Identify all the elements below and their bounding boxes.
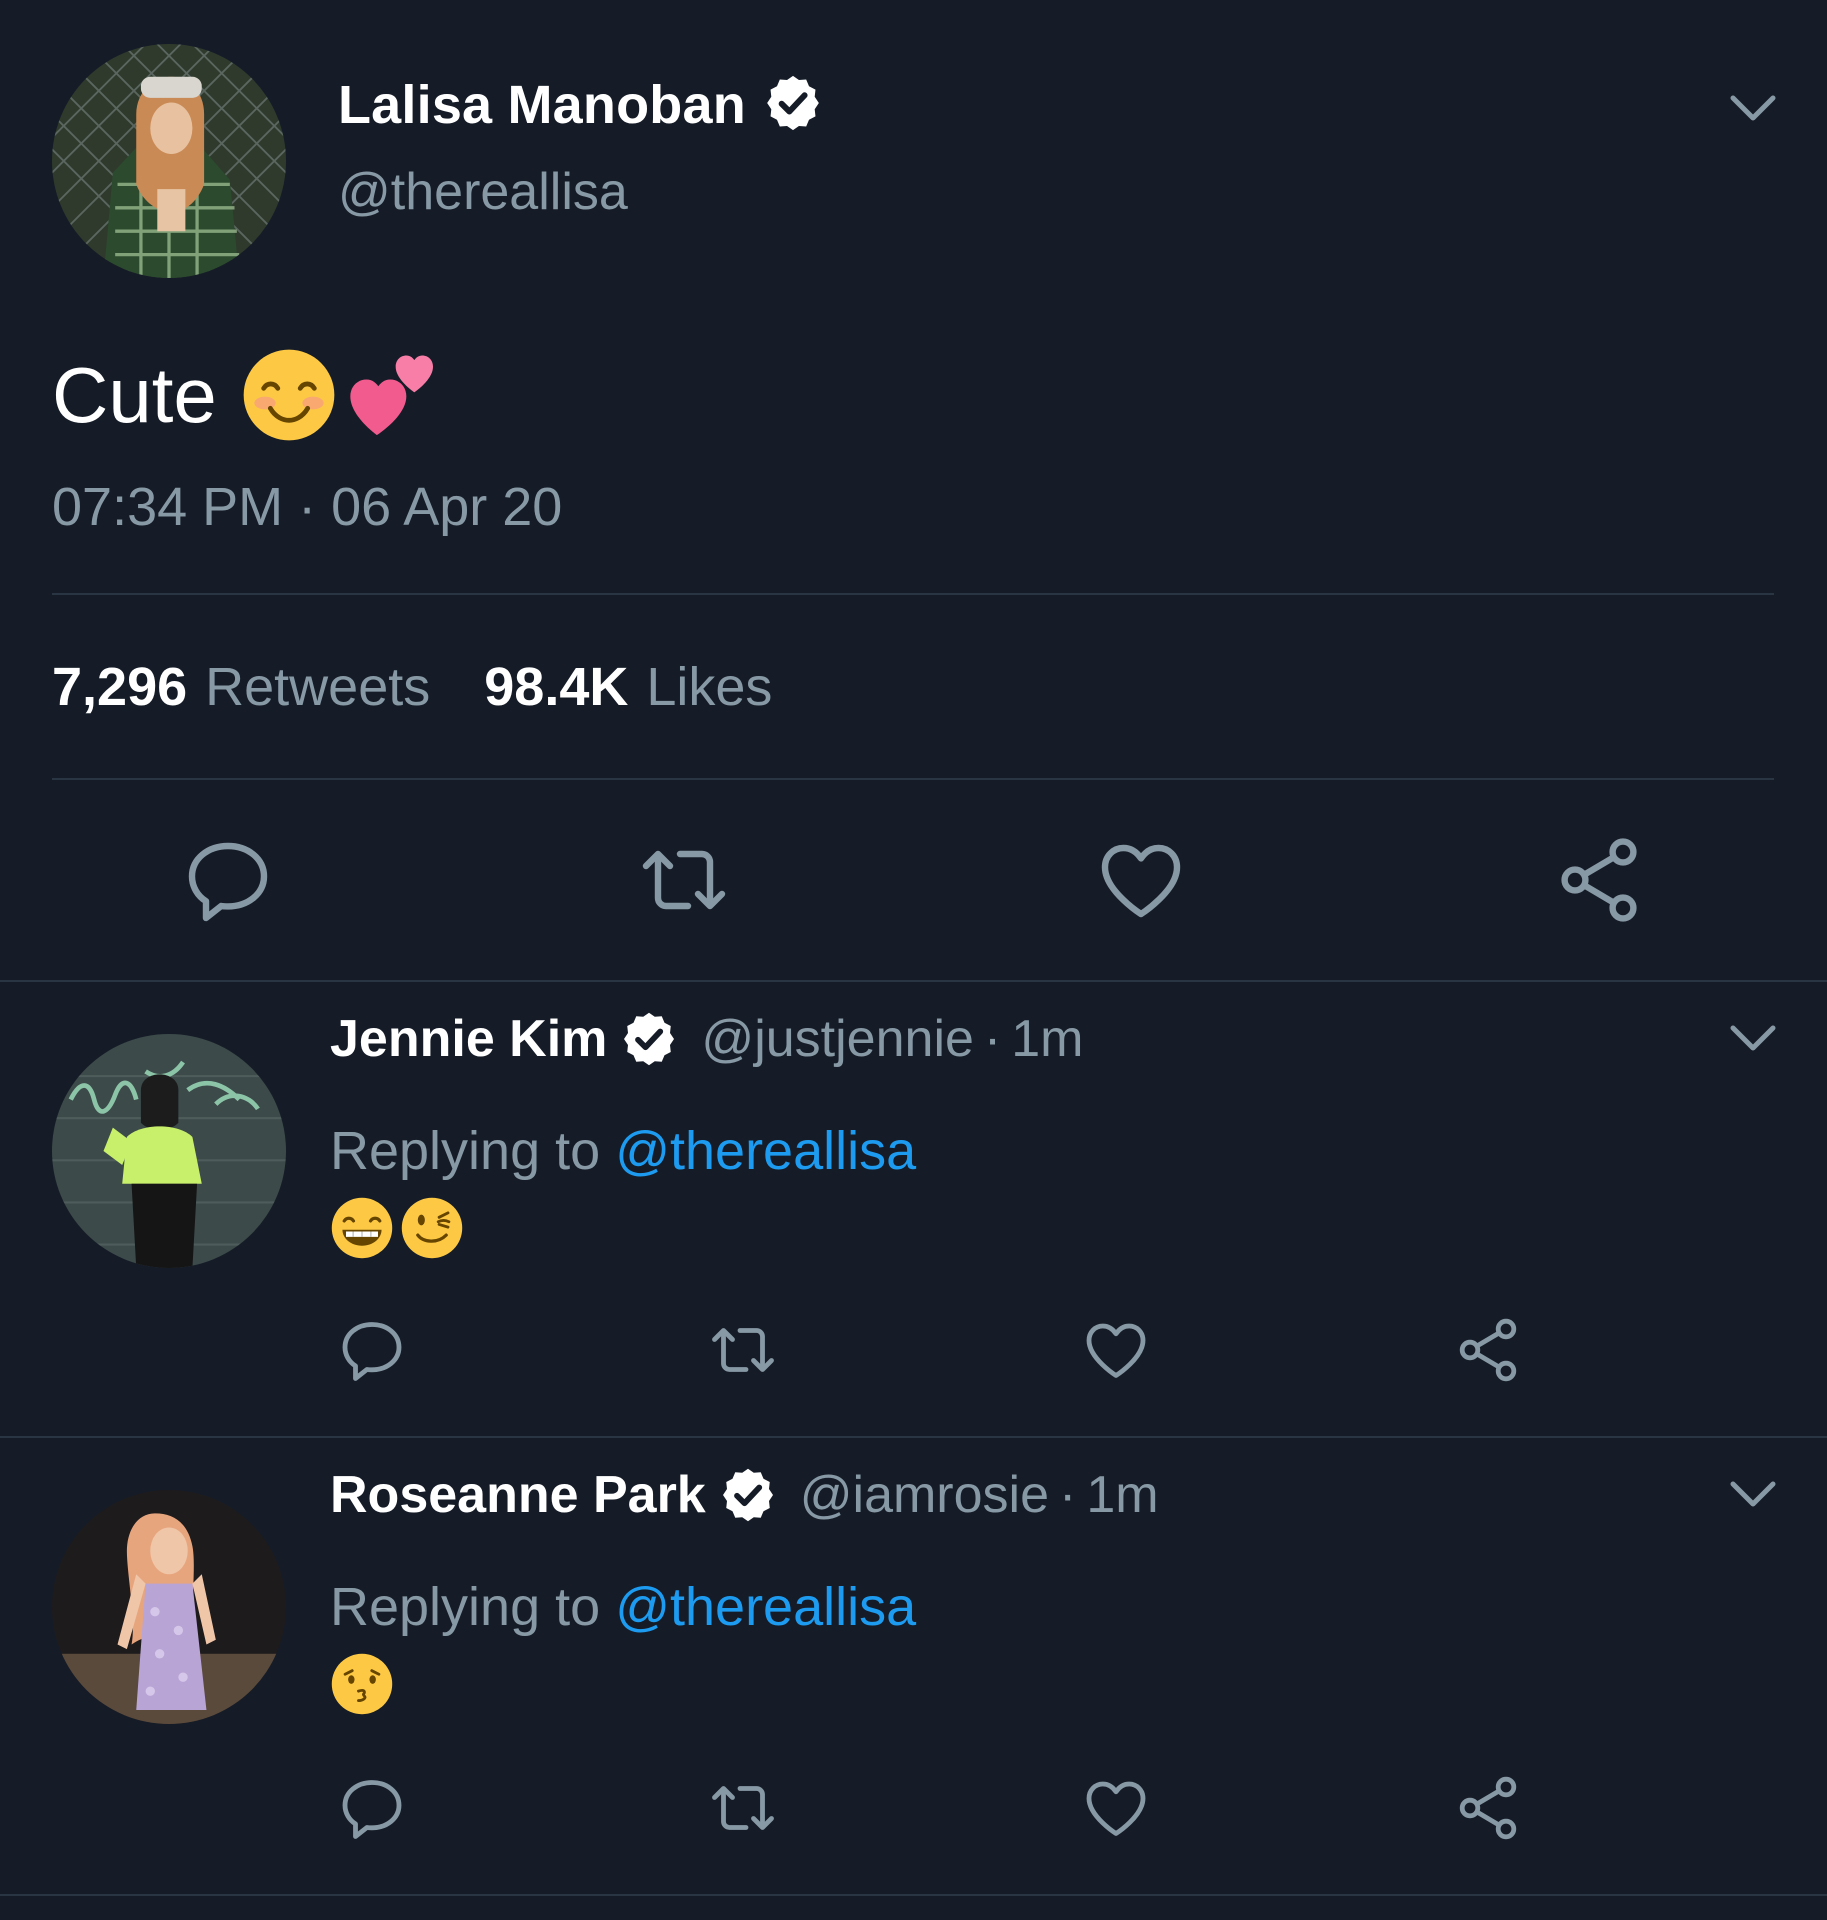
reply-text	[330, 1196, 464, 1260]
reply-action-bar	[0, 1314, 1827, 1386]
retweet-icon	[707, 1772, 779, 1844]
divider	[52, 778, 1774, 780]
winking-face-emoji	[401, 1197, 463, 1259]
reply-time[interactable]: 1m	[1086, 1465, 1158, 1525]
reply-text	[330, 1652, 394, 1716]
two-hearts-emoji	[350, 355, 433, 435]
like-button[interactable]	[1080, 1314, 1152, 1386]
mention-link[interactable]: @thereallisa	[615, 1121, 916, 1181]
tweet-text-content: Cute	[52, 350, 217, 439]
tweet-timestamp[interactable]: 07:34 PM · 06 Apr 20	[52, 476, 562, 538]
divider	[52, 593, 1774, 595]
share-icon	[1452, 1772, 1524, 1844]
heart-icon	[1080, 1772, 1152, 1844]
author-name[interactable]: Roseanne Park	[330, 1465, 706, 1525]
reply-tweet[interactable]: Roseanne Park @iamrosie · 1m Replying to…	[0, 1438, 1827, 1894]
share-icon	[1452, 1314, 1524, 1386]
tweet-text: Cute	[52, 340, 441, 450]
reply-tweet[interactable]: Jennie Kim @justjennie · 1m Replying to …	[0, 982, 1827, 1436]
replying-to: Replying to @thereallisa	[330, 1576, 916, 1638]
main-action-bar	[0, 832, 1827, 928]
share-icon	[1551, 832, 1647, 928]
reply-button[interactable]	[336, 1314, 408, 1386]
smiling-face-emoji	[243, 349, 335, 441]
speech-bubble-icon	[336, 1314, 408, 1386]
chevron-down-icon[interactable]	[1728, 92, 1778, 124]
author-handle[interactable]: @iamrosie	[800, 1465, 1049, 1525]
verified-badge-icon	[619, 1009, 679, 1069]
author-handle[interactable]: @justjennie	[701, 1009, 974, 1069]
likes-count: 98.4K	[484, 657, 629, 717]
speech-bubble-icon	[336, 1772, 408, 1844]
retweet-icon	[636, 832, 732, 928]
grinning-face-emoji	[331, 1197, 393, 1259]
speech-bubble-icon	[180, 832, 276, 928]
heart-icon	[1080, 1314, 1152, 1386]
reply-header: Jennie Kim @justjennie · 1m	[330, 1004, 1084, 1074]
heart-icon	[1093, 832, 1189, 928]
separator: ·	[1059, 1466, 1077, 1524]
verified-badge-icon	[718, 1465, 778, 1525]
replying-to-prefix: Replying to	[330, 1577, 601, 1637]
reply-header: Roseanne Park @iamrosie · 1m	[330, 1460, 1159, 1530]
like-button[interactable]	[1080, 1772, 1152, 1844]
retweet-button[interactable]	[636, 832, 732, 928]
retweets-label: Retweets	[205, 657, 431, 717]
kissing-face-emoji	[331, 1653, 393, 1715]
retweet-button[interactable]	[707, 1314, 779, 1386]
retweets-count: 7,296	[52, 657, 188, 717]
likes-label: Likes	[646, 657, 773, 717]
author-name[interactable]: Lalisa Manoban	[338, 74, 746, 136]
author-header: Lalisa Manoban	[338, 70, 824, 140]
avatar[interactable]	[52, 1034, 286, 1268]
reply-button[interactable]	[336, 1772, 408, 1844]
avatar[interactable]	[52, 44, 286, 278]
chevron-down-icon[interactable]	[1728, 1022, 1778, 1054]
share-button[interactable]	[1452, 1314, 1524, 1386]
divider	[0, 1894, 1827, 1896]
author-name[interactable]: Jennie Kim	[330, 1009, 607, 1069]
retweets-stat[interactable]: 7,296 Retweets	[52, 656, 430, 718]
separator: ·	[983, 1010, 1002, 1068]
mention-link[interactable]: @thereallisa	[615, 1577, 916, 1637]
verified-badge-icon	[762, 72, 824, 139]
reply-button[interactable]	[180, 832, 276, 928]
engagement-stats: 7,296 Retweets 98.4K Likes	[52, 656, 772, 718]
replying-to-prefix: Replying to	[330, 1121, 601, 1181]
retweet-button[interactable]	[707, 1772, 779, 1844]
share-button[interactable]	[1551, 832, 1647, 928]
replying-to: Replying to @thereallisa	[330, 1120, 916, 1182]
reply-action-bar	[0, 1772, 1827, 1844]
author-handle[interactable]: @thereallisa	[338, 162, 628, 222]
avatar[interactable]	[52, 1490, 286, 1724]
chevron-down-icon[interactable]	[1728, 1478, 1778, 1510]
reply-time[interactable]: 1m	[1011, 1009, 1083, 1069]
main-tweet: Lalisa Manoban @thereallisa Cute 07:34 P…	[0, 0, 1827, 980]
share-button[interactable]	[1452, 1772, 1524, 1844]
like-button[interactable]	[1093, 832, 1189, 928]
likes-stat[interactable]: 98.4K Likes	[484, 656, 772, 718]
retweet-icon	[707, 1314, 779, 1386]
